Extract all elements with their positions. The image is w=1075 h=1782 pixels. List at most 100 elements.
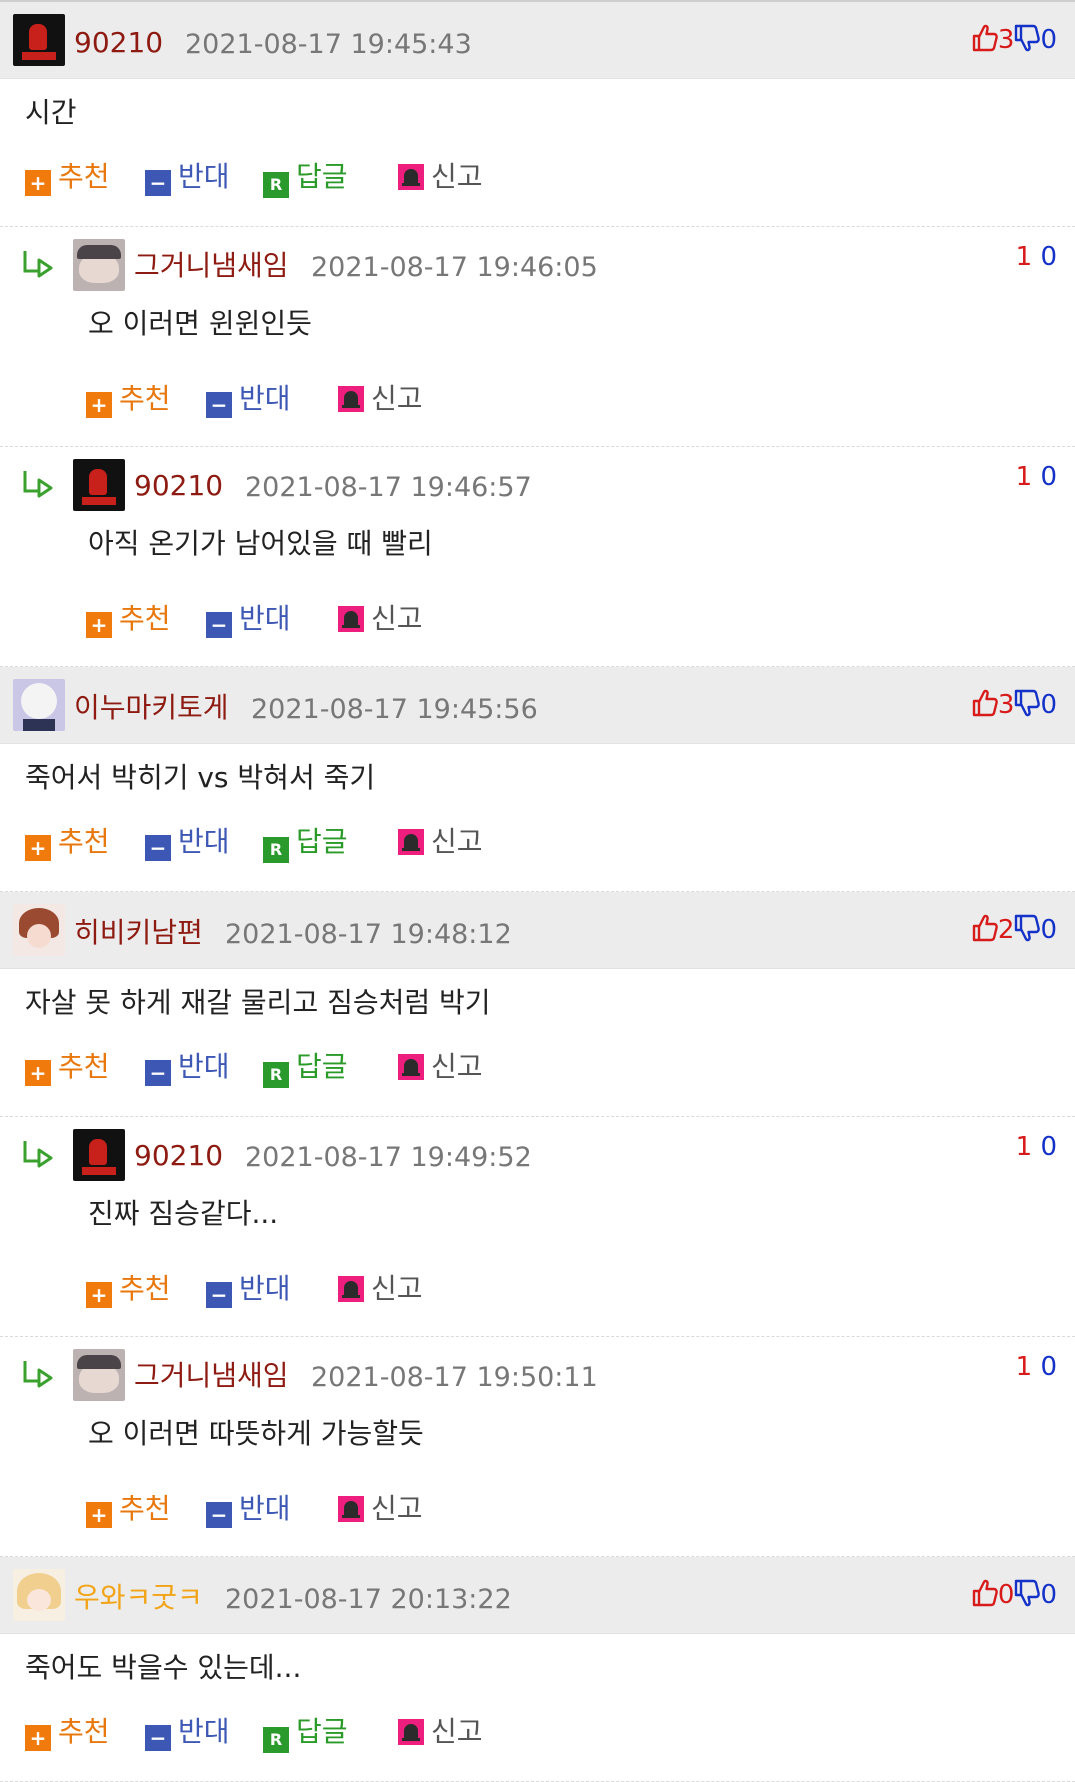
siren-icon <box>398 164 424 190</box>
thumbs-up-icon[interactable] <box>972 914 998 942</box>
plus-icon: + <box>25 835 51 861</box>
report-button[interactable]: 신고 <box>398 1714 483 1750</box>
avatar[interactable] <box>73 239 125 291</box>
timestamp: 2021-08-17 19:49:52 <box>245 1142 532 1173</box>
report-label: 신고 <box>431 1715 483 1748</box>
downvote-count: 0 <box>1040 242 1057 272</box>
report-button[interactable]: 신고 <box>338 1491 423 1527</box>
recommend-label: 추천 <box>119 1492 171 1525</box>
plus-icon: + <box>86 1502 112 1528</box>
thumbs-up-icon[interactable] <box>972 24 998 52</box>
thumbs-down-icon[interactable] <box>1014 24 1041 52</box>
comment: 우와ㅋ굿ㅋ 2021-08-17 20:13:22 00 죽어도 박을수 있는데… <box>0 1557 1075 1782</box>
recommend-button[interactable]: + 추천 <box>25 159 110 196</box>
thumbs-down-icon[interactable] <box>1014 689 1041 717</box>
comment-header: 90210 2021-08-17 19:49:52 1 0 <box>0 1117 1075 1197</box>
report-label: 신고 <box>371 1272 423 1305</box>
plus-icon: + <box>25 1725 51 1751</box>
comment-text: 죽어도 박을수 있는데... <box>25 1651 302 1684</box>
recommend-button[interactable]: + 추천 <box>86 1271 171 1308</box>
recommend-button[interactable]: + 추천 <box>25 1714 110 1751</box>
comment-header: 우와ㅋ굿ㅋ 2021-08-17 20:13:22 00 <box>0 1557 1075 1634</box>
vote-summary: 30 <box>972 24 1057 56</box>
recommend-label: 추천 <box>119 382 171 415</box>
username[interactable]: 그거니냄새임 <box>134 249 289 283</box>
report-button[interactable]: 신고 <box>338 1271 423 1307</box>
upvote-count: 3 <box>997 690 1015 720</box>
oppose-button[interactable]: − 반대 <box>145 1049 230 1086</box>
comment-list: 90210 2021-08-17 19:45:43 30 시간 + 추천 − 반대 … <box>0 0 1075 1782</box>
username[interactable]: 이누마키토게 <box>74 691 229 725</box>
oppose-button[interactable]: − 반대 <box>206 381 291 418</box>
reply-icon: R <box>263 837 289 863</box>
reply-arrow-icon <box>23 1361 53 1388</box>
report-button[interactable]: 신고 <box>398 824 483 860</box>
oppose-button[interactable]: − 반대 <box>145 824 230 861</box>
reply-button[interactable]: R 답글 <box>263 824 348 863</box>
username[interactable]: 90210 <box>134 469 223 503</box>
reply-icon: R <box>263 1727 289 1753</box>
reply-button[interactable]: R 답글 <box>263 1714 348 1753</box>
reply-button[interactable]: R 답글 <box>263 1049 348 1088</box>
report-button[interactable]: 신고 <box>338 601 423 637</box>
recommend-button[interactable]: + 추천 <box>86 601 171 638</box>
oppose-label: 반대 <box>178 160 230 193</box>
timestamp: 2021-08-17 19:48:12 <box>225 919 512 950</box>
recommend-button[interactable]: + 추천 <box>86 381 171 418</box>
avatar[interactable] <box>13 679 65 731</box>
minus-icon: − <box>206 392 232 418</box>
thumbs-up-icon[interactable] <box>972 1579 998 1607</box>
comment-text: 죽어서 박히기 vs 박혀서 죽기 <box>25 761 376 794</box>
oppose-button[interactable]: − 반대 <box>206 1271 291 1308</box>
reply-icon: R <box>263 1062 289 1088</box>
recommend-button[interactable]: + 추천 <box>25 824 110 861</box>
comment-header: 그거니냄새임 2021-08-17 19:46:05 1 0 <box>0 227 1075 307</box>
username[interactable]: 히비키남편 <box>74 916 203 950</box>
comment: 90210 2021-08-17 19:45:43 30 시간 + 추천 − 반대 … <box>0 2 1075 227</box>
downvote-count: 0 <box>1040 690 1057 720</box>
timestamp: 2021-08-17 19:46:05 <box>311 252 598 283</box>
report-label: 신고 <box>431 1050 483 1083</box>
thumbs-down-icon[interactable] <box>1014 1579 1041 1607</box>
recommend-label: 추천 <box>58 825 110 858</box>
comment-text: 오 이러면 윈윈인듯 <box>88 307 312 340</box>
comment-header: 그거니냄새임 2021-08-17 19:50:11 1 0 <box>0 1337 1075 1417</box>
comment-actions: + 추천 − 반대 신고 <box>0 381 1075 447</box>
oppose-button[interactable]: − 반대 <box>206 601 291 638</box>
report-button[interactable]: 신고 <box>398 159 483 195</box>
comment-header: 이누마키토게 2021-08-17 19:45:56 30 <box>0 667 1075 744</box>
upvote-count: 1 <box>1015 242 1033 272</box>
vote-summary: 1 0 <box>1016 1131 1057 1163</box>
report-label: 신고 <box>371 602 423 635</box>
reply-button[interactable]: R 답글 <box>263 159 348 198</box>
avatar[interactable] <box>13 14 65 66</box>
recommend-button[interactable]: + 추천 <box>86 1491 171 1528</box>
report-label: 신고 <box>371 382 423 415</box>
siren-icon <box>338 1276 364 1302</box>
reply-arrow-icon <box>23 1141 53 1168</box>
recommend-button[interactable]: + 추천 <box>25 1049 110 1086</box>
comment-text: 시간 <box>25 96 77 129</box>
oppose-label: 반대 <box>178 1050 230 1083</box>
vote-summary: 1 0 <box>1016 241 1057 273</box>
avatar[interactable] <box>13 1569 65 1621</box>
report-button[interactable]: 신고 <box>398 1049 483 1085</box>
username[interactable]: 90210 <box>74 26 163 60</box>
reply-icon: R <box>263 172 289 198</box>
oppose-button[interactable]: − 반대 <box>145 159 230 196</box>
avatar[interactable] <box>73 1349 125 1401</box>
username[interactable]: 90210 <box>134 1139 223 1173</box>
report-button[interactable]: 신고 <box>338 381 423 417</box>
thumbs-up-icon[interactable] <box>972 689 998 717</box>
avatar[interactable] <box>73 1129 125 1181</box>
avatar[interactable] <box>73 459 125 511</box>
username[interactable]: 그거니냄새임 <box>134 1359 289 1393</box>
oppose-button[interactable]: − 반대 <box>145 1714 230 1751</box>
oppose-button[interactable]: − 반대 <box>206 1491 291 1528</box>
upvote-count: 3 <box>997 25 1015 55</box>
comment-actions: + 추천 − 반대 신고 <box>0 1491 1075 1557</box>
comment-text: 오 이러면 따뜻하게 가능할듯 <box>88 1417 424 1450</box>
username[interactable]: 우와ㅋ굿ㅋ <box>74 1581 203 1615</box>
thumbs-down-icon[interactable] <box>1014 914 1041 942</box>
avatar[interactable] <box>13 904 65 956</box>
